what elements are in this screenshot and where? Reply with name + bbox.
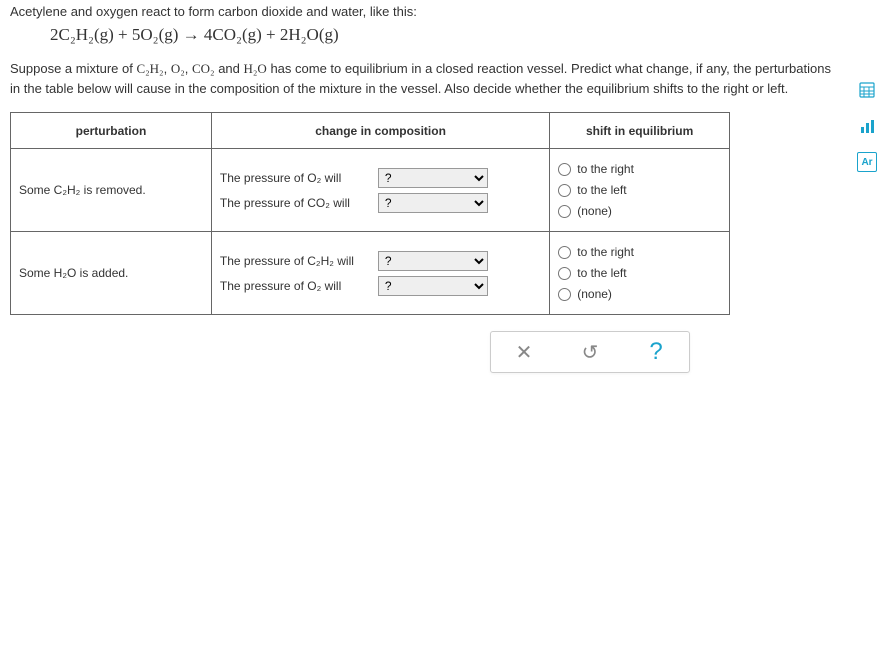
shift-none-radio[interactable] [558, 288, 571, 301]
shift-left-option[interactable]: to the left [558, 266, 721, 280]
change-label: The pressure of C₂H₂ will [220, 254, 370, 268]
header-shift: shift in equilibrium [550, 113, 730, 149]
perturbation-cell: Some C₂H₂ is removed. [11, 149, 212, 232]
shift-right-radio[interactable] [558, 163, 571, 176]
header-perturbation: perturbation [11, 113, 212, 149]
shift-right-option[interactable]: to the right [558, 162, 721, 176]
shift-none-option[interactable]: (none) [558, 287, 721, 301]
action-bar: ✕ ↺ ? [490, 331, 690, 373]
reaction-equation: 2C₂H₂(g) + 5O₂(g) → 4CO₂(g) + 2H₂O(g) [50, 25, 835, 45]
perturbation-cell: Some H₂O is added. [11, 232, 212, 315]
shift-none-label: (none) [577, 287, 612, 301]
bar-chart-icon[interactable] [857, 116, 877, 136]
species-o2: O₂ [171, 61, 185, 76]
shift-none-label: (none) [577, 204, 612, 218]
shift-cell: to the right to the left (none) [550, 149, 730, 232]
sidebar: Ar [857, 80, 877, 172]
calculator-icon[interactable] [857, 80, 877, 100]
change-select-c2h2-row2[interactable]: ? [378, 251, 488, 271]
change-label: The pressure of O₂ will [220, 171, 370, 185]
change-select-o2-row2[interactable]: ? [378, 276, 488, 296]
change-label: The pressure of O₂ will [220, 279, 370, 293]
shift-left-label: to the left [577, 266, 626, 280]
shift-none-radio[interactable] [558, 205, 571, 218]
change-label: The pressure of CO₂ will [220, 196, 370, 210]
shift-right-label: to the right [577, 162, 634, 176]
shift-left-radio[interactable] [558, 184, 571, 197]
shift-right-option[interactable]: to the right [558, 245, 721, 259]
species-co2: CO₂ [192, 61, 215, 76]
shift-cell: to the right to the left (none) [550, 232, 730, 315]
periodic-table-icon[interactable]: Ar [857, 152, 877, 172]
table-row: Some C₂H₂ is removed. The pressure of O₂… [11, 149, 730, 232]
para-before: Suppose a mixture of [10, 61, 136, 76]
change-select-co2-row1[interactable]: ? [378, 193, 488, 213]
species-c2h2: C₂H₂ [136, 61, 163, 76]
header-change: change in composition [211, 113, 549, 149]
perturbation-table: perturbation change in composition shift… [10, 112, 730, 315]
change-cell: The pressure of C₂H₂ will ? The pressure… [211, 232, 549, 315]
change-select-o2-row1[interactable]: ? [378, 168, 488, 188]
shift-left-label: to the left [577, 183, 626, 197]
close-button[interactable]: ✕ [504, 340, 544, 365]
shift-left-option[interactable]: to the left [558, 183, 721, 197]
shift-none-option[interactable]: (none) [558, 204, 721, 218]
reset-button[interactable]: ↺ [570, 340, 610, 365]
shift-left-radio[interactable] [558, 267, 571, 280]
instruction-paragraph: Suppose a mixture of C₂H₂, O₂, CO₂ and H… [10, 59, 835, 98]
shift-right-label: to the right [577, 245, 634, 259]
species-h2o: H₂O [244, 61, 267, 76]
intro-text: Acetylene and oxygen react to form carbo… [10, 4, 835, 19]
help-button[interactable]: ? [636, 338, 676, 366]
table-row: Some H₂O is added. The pressure of C₂H₂ … [11, 232, 730, 315]
change-cell: The pressure of O₂ will ? The pressure o… [211, 149, 549, 232]
shift-right-radio[interactable] [558, 246, 571, 259]
